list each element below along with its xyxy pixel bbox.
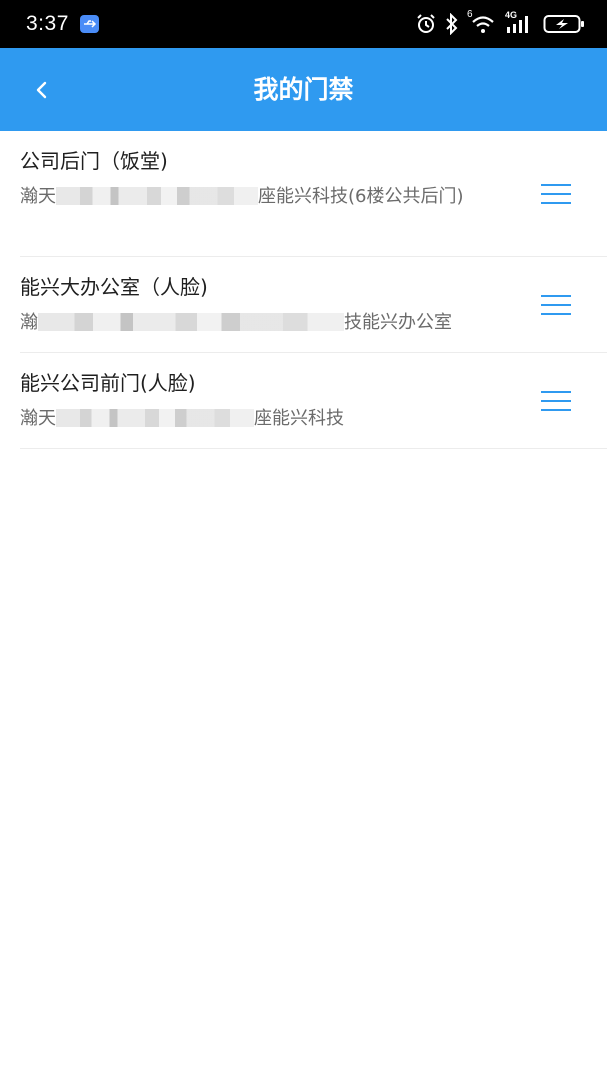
door-location-prefix: 瀚天 bbox=[20, 186, 56, 207]
cellular-signal-icon: 4G bbox=[505, 10, 535, 35]
redacted-text bbox=[38, 313, 344, 331]
bluetooth-icon bbox=[446, 13, 458, 35]
door-location: 瀚 技能兴办公室 bbox=[20, 308, 490, 337]
app-bar: 我的门禁 bbox=[0, 48, 607, 131]
redacted-text bbox=[56, 409, 254, 427]
alarm-icon bbox=[417, 14, 435, 33]
redacted-text bbox=[56, 187, 258, 205]
door-list-item[interactable]: 能兴公司前门(人脸) 瀚天 座能兴科技 bbox=[20, 353, 607, 449]
menu-lines-icon[interactable] bbox=[541, 391, 571, 413]
door-location-suffix: 座能兴科技(6楼公共后门) bbox=[258, 186, 464, 207]
status-time: 3:37 bbox=[26, 12, 69, 35]
status-bar: 3:37 6 4G bbox=[0, 0, 607, 48]
door-list-item[interactable]: 公司后门（饭堂) 瀚天 座能兴科技(6楼公共后门) bbox=[20, 131, 607, 257]
door-location: 瀚天 座能兴科技 bbox=[20, 404, 490, 433]
page-title: 我的门禁 bbox=[253, 75, 354, 104]
door-list-item[interactable]: 能兴大办公室（人脸) 瀚 技能兴办公室 bbox=[20, 257, 607, 353]
door-location-suffix: 座能兴科技 bbox=[254, 408, 344, 429]
door-name: 能兴大办公室（人脸) bbox=[20, 275, 208, 299]
menu-lines-icon[interactable] bbox=[541, 184, 571, 206]
wifi-icon: 6 bbox=[467, 9, 497, 35]
door-name: 能兴公司前门(人脸) bbox=[20, 371, 196, 395]
door-list: 公司后门（饭堂) 瀚天 座能兴科技(6楼公共后门) 能兴大办公室（人脸) 瀚 技能兴… bbox=[20, 131, 607, 449]
battery-charging-icon bbox=[543, 15, 584, 33]
door-location-suffix: 技能兴办公室 bbox=[344, 312, 452, 333]
door-name: 公司后门（饭堂) bbox=[20, 149, 168, 173]
door-location: 瀚天 座能兴科技(6楼公共后门) bbox=[20, 182, 490, 211]
menu-lines-icon[interactable] bbox=[541, 295, 571, 317]
door-location-prefix: 瀚天 bbox=[20, 408, 56, 429]
usb-icon bbox=[80, 15, 99, 33]
status-icons: 6 4G bbox=[415, 9, 585, 36]
door-location-prefix: 瀚 bbox=[20, 312, 38, 333]
